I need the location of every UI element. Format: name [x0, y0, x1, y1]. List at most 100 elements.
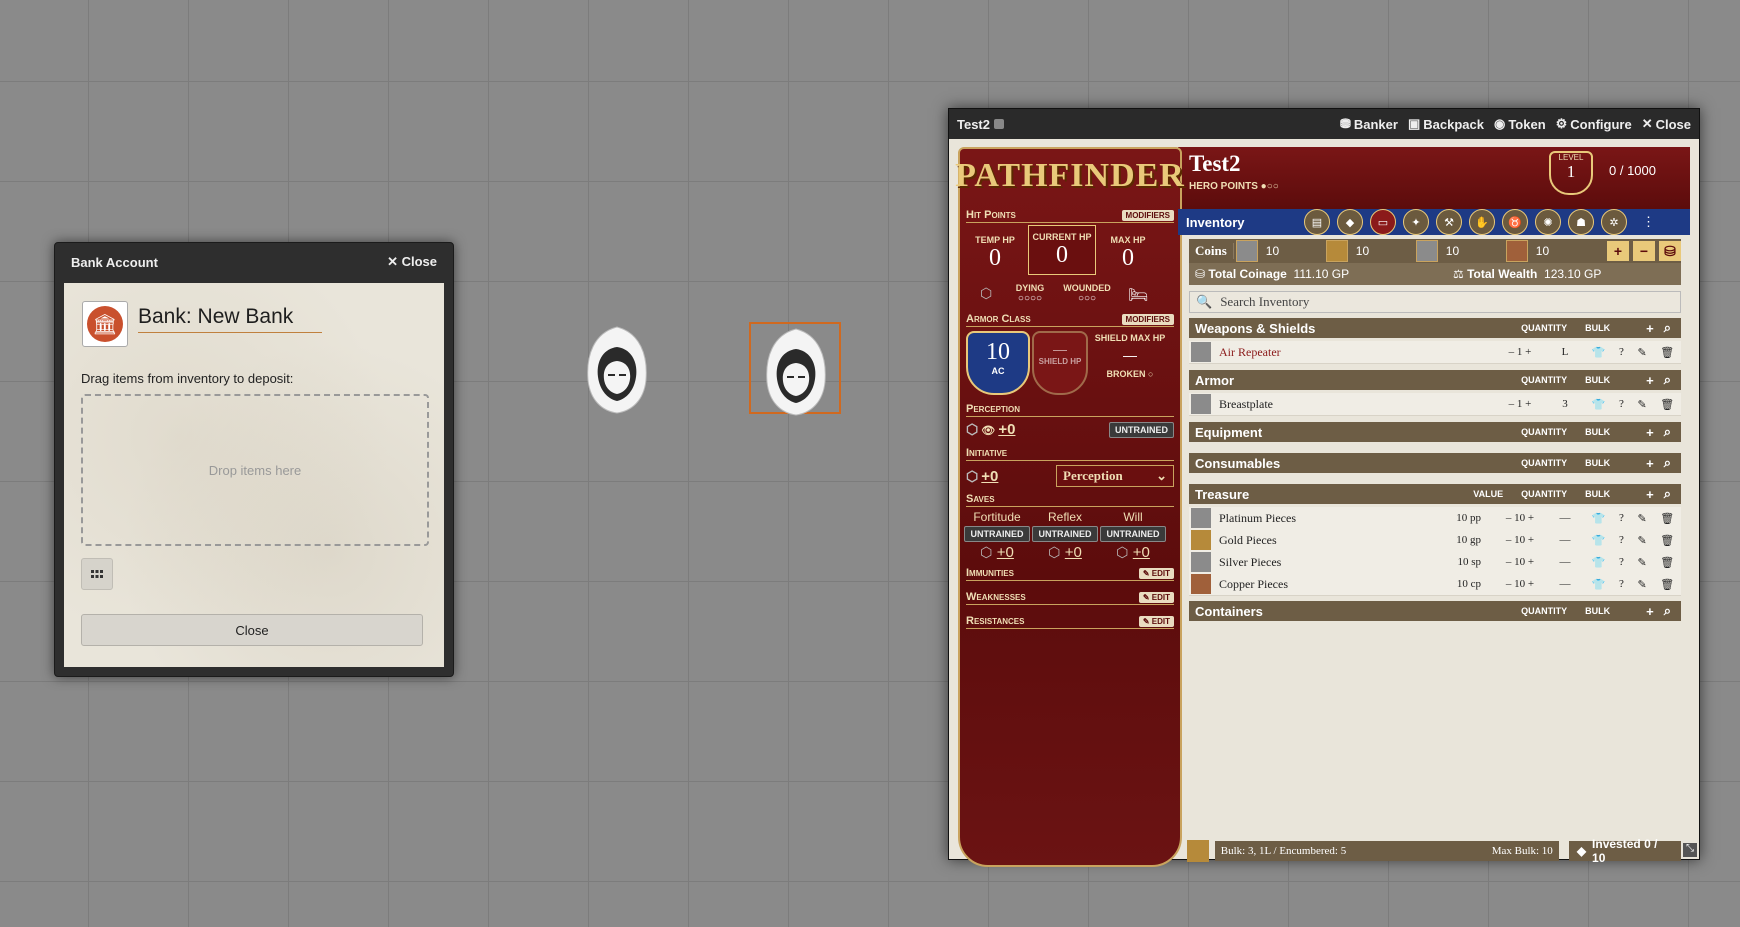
shield-hp[interactable]: — SHIELD HP: [1032, 331, 1088, 395]
sheet-close-button[interactable]: ✕ Close: [1642, 116, 1691, 132]
sheet-titlebar[interactable]: Test2 ⛃ Banker ▣ Backpack ◉ Token ⚙ Configur…: [949, 109, 1699, 139]
search-icon[interactable]: ⌕: [1664, 486, 1671, 502]
help-icon[interactable]: ?: [1619, 556, 1624, 569]
more-icon[interactable]: ⋮: [1642, 214, 1655, 230]
experience[interactable]: 0 / 1000: [1609, 163, 1656, 178]
tab-spells-icon[interactable]: ✺: [1535, 209, 1561, 235]
carry-icon[interactable]: 👕: [1592, 556, 1606, 569]
table-row[interactable]: Air Repeater – 1 + L 👕? ✎ 🗑: [1189, 341, 1681, 364]
silver-coin[interactable]: 10: [1414, 240, 1504, 262]
item-name[interactable]: Silver Pieces: [1219, 555, 1421, 570]
bank-window-header[interactable]: Bank Account ✕ Close: [55, 243, 453, 281]
carry-icon[interactable]: 👕: [1592, 398, 1606, 411]
configure-button[interactable]: ⚙ Configure: [1556, 116, 1632, 132]
grid-icon[interactable]: [81, 558, 113, 590]
help-icon[interactable]: ?: [1619, 512, 1624, 525]
carry-icon[interactable]: 👕: [1592, 512, 1606, 525]
add-item-icon[interactable]: +: [1646, 373, 1654, 388]
hooded-token[interactable]: [582, 325, 652, 415]
add-item-icon[interactable]: +: [1646, 604, 1654, 619]
carry-icon[interactable]: 👕: [1592, 578, 1606, 591]
ac-modifiers-button[interactable]: MODIFIERS: [1121, 313, 1174, 325]
help-icon[interactable]: ?: [1619, 346, 1624, 359]
initiative-select[interactable]: Perception ⌄: [1056, 465, 1174, 487]
sell-treasure-button[interactable]: ⛁: [1659, 241, 1681, 261]
item-name[interactable]: Copper Pieces: [1219, 577, 1421, 592]
wounded[interactable]: WOUNDED ○○○: [1060, 283, 1114, 304]
platinum-coin[interactable]: 10: [1234, 240, 1324, 262]
bank-name-field[interactable]: Bank: New Bank: [138, 305, 322, 333]
trash-icon[interactable]: 🗑: [1660, 578, 1674, 591]
hp-modifiers-button[interactable]: MODIFIERS: [1121, 209, 1174, 221]
current-hp[interactable]: CURRENT HP 0: [1028, 225, 1096, 275]
edit-icon[interactable]: ✎: [1637, 398, 1646, 411]
edit-icon[interactable]: ✎: [1637, 556, 1646, 569]
dying[interactable]: DYING ○○○○: [1004, 283, 1056, 304]
tab-pfs-icon[interactable]: ✲: [1601, 209, 1627, 235]
bank-close-button[interactable]: Close: [81, 614, 423, 646]
carry-icon[interactable]: 👕: [1592, 346, 1606, 359]
tab-crafting-icon[interactable]: ♉: [1502, 209, 1528, 235]
immunities-edit-button[interactable]: ✎ EDIT: [1138, 567, 1174, 579]
character-name[interactable]: Test2: [1189, 151, 1241, 177]
backpack-button[interactable]: ▣ Backpack: [1408, 116, 1484, 132]
save-fortitude[interactable]: Fortitude UNTRAINED ⬡ +0: [964, 510, 1030, 562]
tab-inventory-icon[interactable]: ▭: [1370, 209, 1396, 235]
d20-icon[interactable]: ⬡: [966, 468, 978, 484]
help-icon[interactable]: ?: [1619, 534, 1624, 547]
add-item-icon[interactable]: +: [1646, 425, 1654, 440]
initiative-mod[interactable]: +0: [981, 468, 998, 485]
edit-icon[interactable]: ✎: [1637, 346, 1646, 359]
search-icon[interactable]: ⌕: [1664, 372, 1671, 388]
weaknesses-edit-button[interactable]: ✎ EDIT: [1138, 591, 1174, 603]
table-row[interactable]: Silver Pieces 10 sp – 10 + — 👕? ✎ 🗑: [1189, 551, 1681, 574]
resize-handle-icon[interactable]: ⤡: [1683, 843, 1697, 857]
help-icon[interactable]: ?: [1619, 578, 1624, 591]
tab-biography-icon[interactable]: ☗: [1568, 209, 1594, 235]
hero-points[interactable]: HERO POINTS ●○○: [1189, 181, 1279, 192]
add-item-icon[interactable]: +: [1646, 456, 1654, 471]
trash-icon[interactable]: 🗑: [1660, 534, 1674, 547]
hooded-token-selected[interactable]: [749, 322, 841, 416]
tab-proficiencies-icon[interactable]: ◆: [1337, 209, 1363, 235]
broken-toggle[interactable]: ○: [1148, 369, 1153, 379]
eye-slash-icon[interactable]: 👁: [981, 425, 995, 437]
edit-icon[interactable]: ✎: [1637, 512, 1646, 525]
gold-coin[interactable]: 10: [1324, 240, 1414, 262]
add-item-icon[interactable]: +: [1646, 487, 1654, 502]
save-reflex[interactable]: Reflex UNTRAINED ⬡ +0: [1032, 510, 1098, 562]
table-row[interactable]: Breastplate – 1 + 3 👕? ✎ 🗑: [1189, 393, 1681, 416]
tab-effects-icon[interactable]: ✋: [1469, 209, 1495, 235]
tab-actions-icon[interactable]: ⚒: [1436, 209, 1462, 235]
search-inventory-input[interactable]: 🔍 Search Inventory: [1189, 291, 1681, 313]
resistances-edit-button[interactable]: ✎ EDIT: [1138, 615, 1174, 627]
add-coins-button[interactable]: +: [1607, 241, 1629, 261]
copper-coin[interactable]: 10: [1504, 240, 1594, 262]
perception-rank[interactable]: UNTRAINED: [1109, 421, 1174, 438]
bank-close-header-button[interactable]: ✕ Close: [387, 254, 437, 270]
trash-icon[interactable]: 🗑: [1660, 556, 1674, 569]
item-name[interactable]: Air Repeater: [1219, 345, 1495, 360]
trash-icon[interactable]: 🗑: [1660, 512, 1674, 525]
trash-icon[interactable]: 🗑: [1660, 346, 1674, 359]
tab-feats-icon[interactable]: ✦: [1403, 209, 1429, 235]
token-button[interactable]: ◉ Token: [1494, 116, 1546, 132]
banker-button[interactable]: ⛃ Banker: [1340, 116, 1398, 132]
d20-icon[interactable]: ⬡: [966, 421, 978, 437]
search-icon[interactable]: ⌕: [1664, 603, 1671, 619]
trash-icon[interactable]: 🗑: [1660, 398, 1674, 411]
item-name[interactable]: Gold Pieces: [1219, 533, 1421, 548]
save-will[interactable]: Will UNTRAINED ⬡ +0: [1100, 510, 1166, 562]
item-name[interactable]: Breastplate: [1219, 397, 1495, 412]
edit-icon[interactable]: ✎: [1637, 534, 1646, 547]
item-name[interactable]: Platinum Pieces: [1219, 511, 1421, 526]
add-item-icon[interactable]: +: [1646, 321, 1654, 336]
perception-mod[interactable]: +0: [998, 421, 1015, 438]
search-icon[interactable]: ⌕: [1664, 455, 1671, 471]
help-icon[interactable]: ?: [1619, 398, 1624, 411]
deposit-drop-zone[interactable]: Drop items here: [81, 394, 429, 546]
search-icon[interactable]: ⌕: [1664, 424, 1671, 440]
table-row[interactable]: Platinum Pieces 10 pp – 10 + — 👕? ✎ 🗑: [1189, 507, 1681, 530]
search-icon[interactable]: ⌕: [1664, 320, 1671, 336]
remove-coins-button[interactable]: −: [1633, 241, 1655, 261]
